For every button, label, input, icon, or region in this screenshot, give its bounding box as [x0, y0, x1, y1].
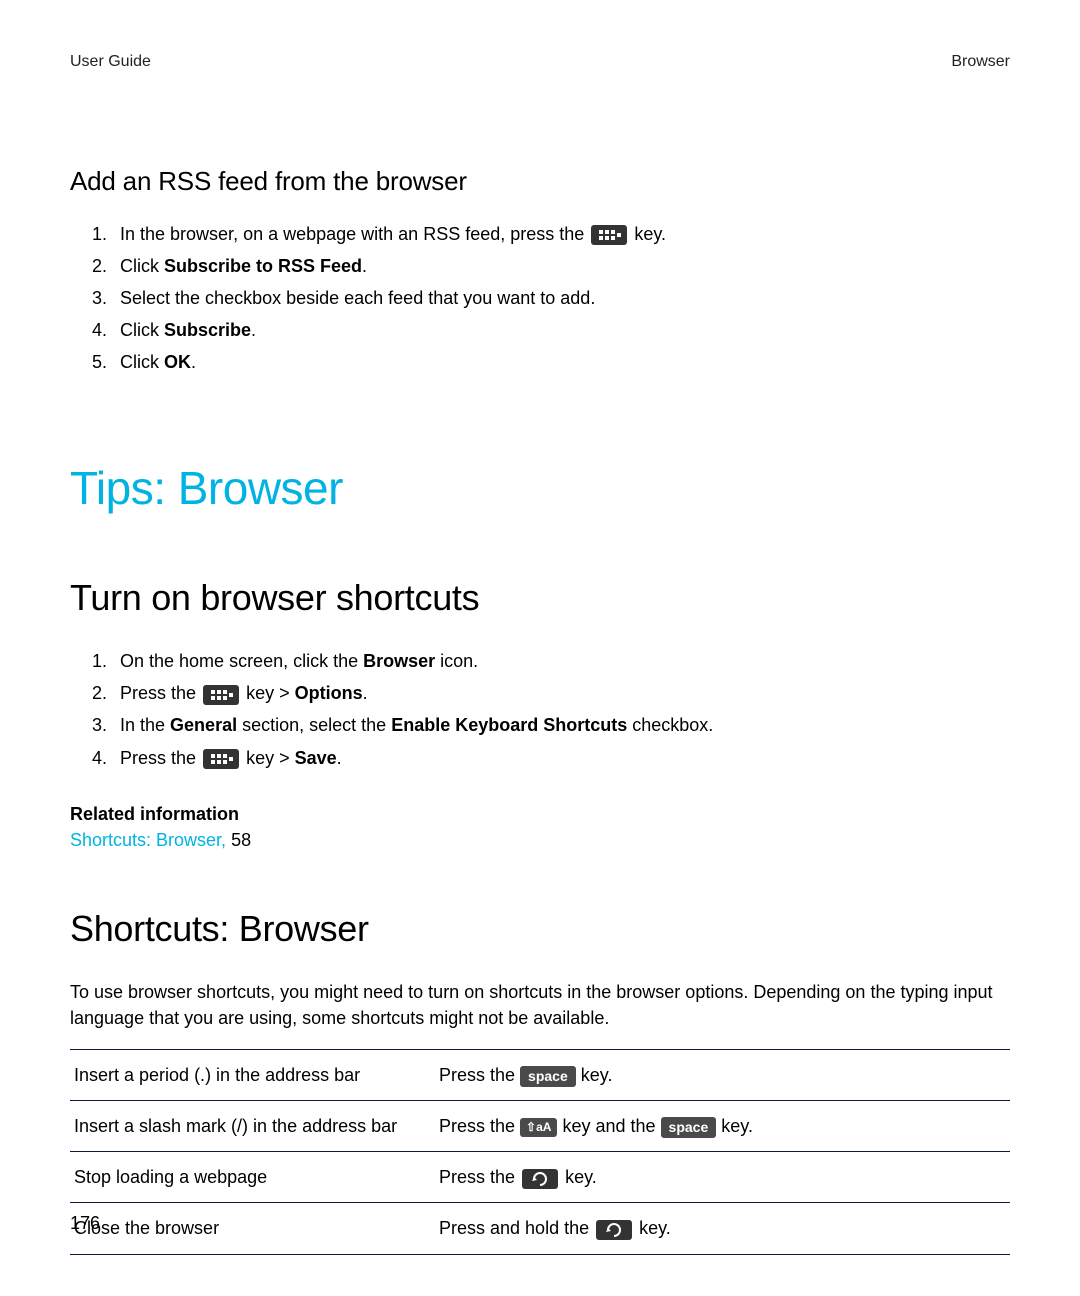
shortcut-desc: Close the browser	[70, 1203, 435, 1254]
text: .	[337, 748, 342, 768]
space-key-icon: space	[520, 1066, 576, 1087]
text: Press the	[439, 1065, 520, 1085]
related-info-line: Shortcuts: Browser, 58	[70, 827, 1010, 853]
shortcut-desc: Stop loading a webpage	[70, 1152, 435, 1203]
text: .	[251, 320, 256, 340]
rss-heading: Add an RSS feed from the browser	[70, 163, 1010, 201]
table-row: Stop loading a webpage Press the key.	[70, 1152, 1010, 1203]
turn-on-heading: Turn on browser shortcuts	[70, 572, 1010, 624]
text: .	[191, 352, 196, 372]
text: Press the	[439, 1167, 520, 1187]
bold: OK	[164, 352, 191, 372]
header-left: User Guide	[70, 50, 151, 73]
turn-on-step-3: In the General section, select the Enabl…	[112, 712, 1010, 738]
text: key >	[246, 748, 295, 768]
shortcut-desc: Insert a slash mark (/) in the address b…	[70, 1101, 435, 1152]
bold: Options	[295, 683, 363, 703]
text: Press the	[120, 748, 201, 768]
text: Press the	[439, 1116, 520, 1136]
table-row: Insert a period (.) in the address bar P…	[70, 1050, 1010, 1101]
turn-on-steps: On the home screen, click the Browser ic…	[70, 648, 1010, 770]
text: Press and hold the	[439, 1218, 594, 1238]
shortcuts-heading: Shortcuts: Browser	[70, 903, 1010, 955]
shortcut-desc: Insert a period (.) in the address bar	[70, 1050, 435, 1101]
shortcut-action: Press the key.	[435, 1152, 1010, 1203]
rss-step-3: Select the checkbox beside each feed tha…	[112, 285, 1010, 311]
turn-on-step-2: Press the key > Options.	[112, 680, 1010, 706]
page-number: 176	[70, 1210, 100, 1236]
bold: General	[170, 715, 237, 735]
text: key.	[721, 1116, 753, 1136]
rss-step-4: Click Subscribe.	[112, 317, 1010, 343]
related-info-label: Related information	[70, 801, 1010, 827]
rss-step-1: In the browser, on a webpage with an RSS…	[112, 221, 1010, 247]
menu-key-icon	[203, 685, 239, 705]
text: key.	[581, 1065, 613, 1085]
table-row: Close the browser Press and hold the key…	[70, 1203, 1010, 1254]
bold: Save	[295, 748, 337, 768]
menu-key-icon	[203, 749, 239, 769]
header-right: Browser	[951, 50, 1010, 73]
rss-steps: In the browser, on a webpage with an RSS…	[70, 221, 1010, 375]
menu-key-icon	[591, 225, 627, 245]
related-page: 58	[231, 830, 251, 850]
text: key.	[639, 1218, 671, 1238]
bold: Subscribe to RSS Feed	[164, 256, 362, 276]
text: checkbox.	[627, 715, 713, 735]
turn-on-step-4: Press the key > Save.	[112, 745, 1010, 771]
space-key-icon: space	[661, 1117, 717, 1138]
turn-on-step-1: On the home screen, click the Browser ic…	[112, 648, 1010, 674]
text: key.	[634, 224, 666, 244]
table-row: Insert a slash mark (/) in the address b…	[70, 1101, 1010, 1152]
text: key >	[246, 683, 295, 703]
text: Press the	[120, 683, 201, 703]
text: In the	[120, 715, 170, 735]
page-header: User Guide Browser	[70, 50, 1010, 73]
rss-step-5: Click OK.	[112, 349, 1010, 375]
shortcuts-table: Insert a period (.) in the address bar P…	[70, 1049, 1010, 1254]
shortcut-action: Press and hold the key.	[435, 1203, 1010, 1254]
back-key-icon	[522, 1169, 558, 1189]
tips-heading: Tips: Browser	[70, 455, 1010, 522]
bold: Subscribe	[164, 320, 251, 340]
text: In the browser, on a webpage with an RSS…	[120, 224, 589, 244]
bold: Enable Keyboard Shortcuts	[391, 715, 627, 735]
back-key-icon	[596, 1220, 632, 1240]
text: section, select the	[237, 715, 391, 735]
text: Click	[120, 352, 164, 372]
shortcut-action: Press the ⇧aA key and the space key.	[435, 1101, 1010, 1152]
text: .	[362, 256, 367, 276]
rss-step-2: Click Subscribe to RSS Feed.	[112, 253, 1010, 279]
shift-key-icon: ⇧aA	[520, 1118, 557, 1136]
shortcut-action: Press the space key.	[435, 1050, 1010, 1101]
shortcuts-intro: To use browser shortcuts, you might need…	[70, 979, 1010, 1031]
bold: Browser	[363, 651, 435, 671]
related-link[interactable]: Shortcuts: Browser,	[70, 830, 231, 850]
text: key.	[565, 1167, 597, 1187]
text: On the home screen, click the	[120, 651, 363, 671]
text: icon.	[435, 651, 478, 671]
text: Click	[120, 320, 164, 340]
text: .	[363, 683, 368, 703]
text: key and the	[562, 1116, 660, 1136]
text: Click	[120, 256, 164, 276]
